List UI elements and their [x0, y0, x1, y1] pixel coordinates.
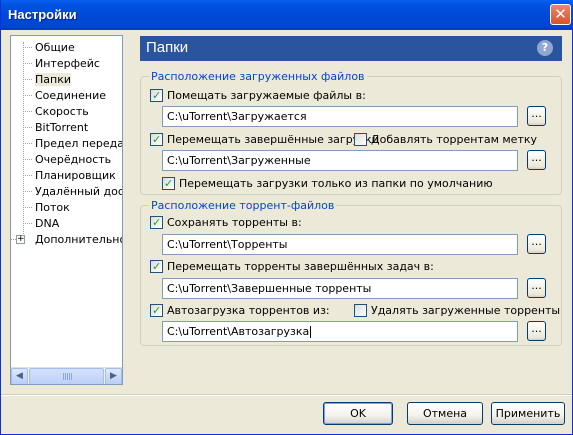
tree-item-speed[interactable]: Скорость [23, 104, 89, 119]
checkbox-box[interactable] [354, 304, 367, 317]
checkbox-box[interactable] [354, 133, 367, 146]
put-new-downloads-path-input[interactable]: C:\uTorrent\Загружается [162, 106, 518, 127]
scroll-thumb[interactable] [29, 368, 104, 384]
settings-window: Настройки ✕ Общие Интерфейс Папки Соедин… [0, 0, 573, 435]
browse-button[interactable]: ... [527, 321, 546, 341]
apply-button[interactable]: Применить [491, 402, 565, 425]
tree-item-advanced[interactable]: + Дополнительно [11, 232, 123, 247]
tree-item-folders[interactable]: Папки [23, 72, 71, 87]
group-label: Расположение загруженных файлов [149, 70, 367, 83]
move-finished-torrents-checkbox[interactable]: Перемещать торренты завершённых задач в: [150, 260, 434, 274]
browse-button[interactable]: ... [527, 234, 546, 254]
tree-horizontal-scrollbar[interactable]: ◀ ▶ [11, 367, 122, 384]
tree-item-label: Общие [35, 41, 75, 54]
autoload-path-input[interactable]: C:\uTorrent\Автозагрузка [162, 321, 518, 342]
checkbox-box[interactable] [150, 216, 163, 229]
settings-tree: Общие Интерфейс Папки Соединение Скорост… [10, 35, 123, 385]
checkbox-label: Автозагрузка торрентов из: [167, 304, 330, 317]
tree-item-general[interactable]: Общие [23, 40, 75, 55]
put-new-downloads-checkbox[interactable]: Помещать загружаемые файлы в: [150, 89, 366, 103]
tree-item-queueing[interactable]: Очерёдность [23, 152, 111, 167]
store-torrents-path-input[interactable]: C:\uTorrent\Торренты [162, 234, 518, 255]
tree-item-transfer-cap[interactable]: Предел передачи [23, 136, 123, 151]
checkbox-box[interactable] [150, 89, 163, 102]
move-completed-checkbox[interactable]: Перемещать завершённые загрузки [150, 133, 379, 147]
section-header: Папки ? [140, 36, 562, 61]
checkbox-label: Удалять загруженные торренты [371, 304, 561, 317]
checkbox-box[interactable] [162, 177, 175, 190]
group-label: Расположение торрент-файлов [149, 199, 337, 212]
tree-item-label: Дополнительно [35, 233, 123, 246]
browse-button[interactable]: ... [527, 278, 546, 298]
checkbox-label: Добавлять торрентам метку [371, 133, 537, 146]
checkbox-label: Перемещать торренты завершённых задач в: [167, 260, 434, 273]
tree-item-label: BitTorrent [35, 121, 89, 134]
checkbox-label: Сохранять торренты в: [167, 216, 302, 229]
checkbox-label: Перемещать завершённые загрузки [167, 133, 379, 146]
tree-item-label: Папки [35, 73, 71, 86]
tree-item-bittorrent[interactable]: BitTorrent [23, 120, 88, 135]
checkbox-box[interactable] [150, 260, 163, 273]
tree-item-label: DNA [35, 217, 60, 230]
tree-item-label: Скорость [35, 105, 89, 118]
checkbox-label: Помещать загружаемые файлы в: [167, 89, 366, 102]
scroll-right-icon[interactable]: ▶ [105, 368, 122, 384]
close-icon: ✕ [554, 5, 567, 23]
tree-item-label: Предел передачи [35, 137, 123, 150]
tree-item-dna[interactable]: DNA [23, 216, 59, 231]
title-bar[interactable]: Настройки ✕ [1, 0, 573, 30]
cancel-button[interactable]: Отмена [407, 402, 483, 425]
tree-item-label: Очерёдность [35, 153, 112, 166]
checkbox-box[interactable] [150, 304, 163, 317]
append-label-checkbox[interactable]: Добавлять торрентам метку [354, 133, 537, 147]
window-title: Настройки [8, 7, 77, 22]
field-text: C:\uTorrent\Автозагрузка [167, 325, 310, 338]
tree-item-scheduler[interactable]: Планировщик [23, 168, 116, 183]
autoload-checkbox[interactable]: Автозагрузка торрентов из: [150, 304, 330, 318]
page-title: Папки [146, 39, 189, 56]
only-from-default-checkbox[interactable]: Перемещать загрузки только из папки по у… [162, 177, 493, 191]
expand-icon[interactable]: + [16, 235, 25, 244]
text-caret [310, 326, 312, 338]
checkbox-label: Перемещать загрузки только из папки по у… [179, 177, 493, 190]
browse-button[interactable]: ... [527, 150, 546, 170]
move-finished-path-input[interactable]: C:\uTorrent\Завершенные торренты [162, 278, 518, 299]
tree-item-interface[interactable]: Интерфейс [23, 56, 100, 71]
scroll-left-icon[interactable]: ◀ [11, 368, 28, 384]
footer-divider [1, 394, 572, 396]
browse-button[interactable]: ... [527, 106, 546, 126]
tree-item-remote[interactable]: Удалённый доступ [23, 184, 123, 199]
tree-item-label: Интерфейс [35, 57, 100, 70]
tree-item-streaming[interactable]: Поток [23, 200, 70, 215]
tree-item-label: Соединение [35, 89, 107, 102]
store-torrents-checkbox[interactable]: Сохранять торренты в: [150, 216, 302, 230]
move-completed-path-input[interactable]: C:\uTorrent\Загруженные [162, 150, 518, 171]
tree-item-connection[interactable]: Соединение [23, 88, 106, 103]
checkbox-box[interactable] [150, 133, 163, 146]
grip-icon [63, 373, 72, 380]
delete-loaded-checkbox[interactable]: Удалять загруженные торренты [354, 304, 560, 318]
close-button[interactable]: ✕ [550, 4, 571, 25]
ok-button[interactable]: OK [323, 402, 393, 425]
help-icon[interactable]: ? [537, 40, 553, 56]
tree-item-label: Планировщик [35, 169, 116, 182]
tree-item-label: Поток [35, 201, 70, 214]
tree-item-label: Удалённый доступ [35, 185, 123, 198]
